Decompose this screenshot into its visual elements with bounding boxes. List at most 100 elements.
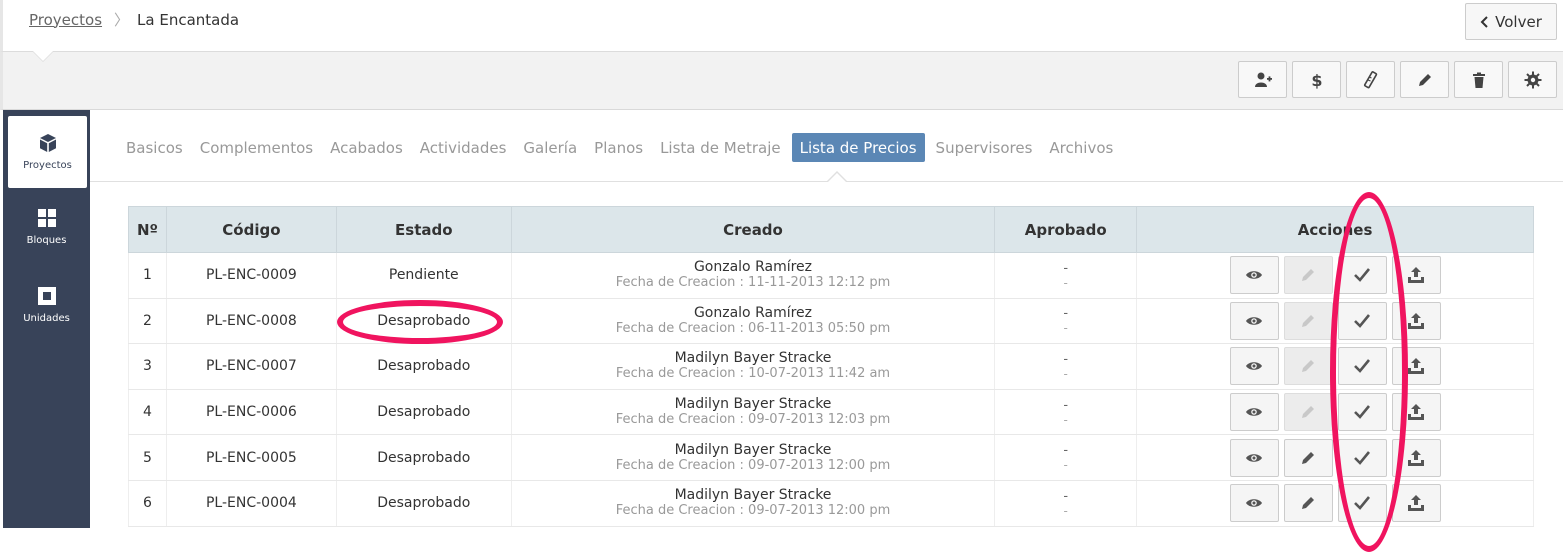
approval-date: -	[1063, 366, 1068, 381]
tab-lista-de-precios[interactable]: Lista de Precios	[791, 133, 925, 162]
row-actions	[1137, 301, 1533, 340]
tab-lista-de-metraje[interactable]: Lista de Metraje	[654, 133, 787, 162]
pencil-icon	[1302, 360, 1315, 373]
tab-planos[interactable]: Planos	[588, 133, 649, 162]
column-header-aprobado[interactable]: Aprobado	[994, 206, 1138, 253]
creation-date: Fecha de Creacion : 11-11-2013 12:12 pm	[615, 275, 891, 291]
row-actions	[1137, 438, 1533, 477]
row-actions	[1137, 393, 1533, 432]
back-button[interactable]: Volver	[1465, 3, 1557, 40]
row-actions	[1137, 484, 1533, 523]
cell-creado: Madilyn Bayer Stracke Fecha de Creacion :…	[511, 434, 996, 481]
price-button[interactable]: $	[1292, 61, 1341, 98]
approver-name: -	[1063, 260, 1069, 276]
approver-name: -	[1063, 306, 1069, 322]
column-header-creado[interactable]: Creado	[510, 206, 996, 253]
breadcrumb-separator: 〉	[114, 11, 130, 29]
view-button[interactable]	[1229, 438, 1279, 477]
tab-complementos[interactable]: Complementos	[194, 133, 319, 162]
view-button[interactable]	[1229, 393, 1279, 432]
edit-button[interactable]	[1400, 61, 1449, 98]
chevron-left-icon	[1480, 15, 1488, 28]
back-button-label: Volver	[1495, 12, 1542, 31]
approve-button[interactable]	[1337, 484, 1387, 523]
upload-icon	[1408, 495, 1425, 512]
delete-button[interactable]	[1454, 61, 1503, 98]
cell-aprobado: --	[994, 252, 1138, 299]
tab-basicos[interactable]: Basicos	[120, 133, 189, 162]
approval-date: -	[1063, 503, 1068, 518]
approval-date: -	[1063, 275, 1068, 290]
cell-creado: Madilyn Bayer Stracke Fecha de Creacion :…	[511, 480, 996, 527]
cell-number: 4	[128, 389, 167, 436]
column-header-codigo[interactable]: Código	[165, 206, 337, 253]
eye-icon	[1246, 271, 1263, 280]
table-row: 4 PL-ENC-0006 Desaprobado Madilyn Bayer Str…	[128, 389, 1534, 436]
approve-button[interactable]	[1337, 393, 1387, 432]
eye-icon	[1246, 362, 1263, 371]
cell-acciones	[1136, 252, 1534, 299]
row-actions	[1137, 347, 1533, 386]
sidebar-item-proyectos[interactable]: Proyectos	[8, 116, 87, 188]
check-icon	[1354, 359, 1371, 374]
cell-aprobado: --	[994, 434, 1138, 481]
upload-button[interactable]	[1391, 393, 1441, 432]
eye-icon	[1246, 453, 1263, 462]
upload-button[interactable]	[1391, 301, 1441, 340]
edit-row-button[interactable]	[1283, 438, 1333, 477]
cell-number: 6	[128, 480, 167, 527]
edit-row-button	[1283, 301, 1333, 340]
tab-galeria[interactable]: Galería	[517, 133, 583, 162]
creation-date: Fecha de Creacion : 09-07-2013 12:03 pm	[615, 412, 891, 428]
upload-button[interactable]	[1391, 438, 1441, 477]
creation-date: Fecha de Creacion : 10-07-2013 11:42 am	[615, 366, 891, 382]
settings-button[interactable]	[1508, 61, 1557, 98]
active-tab-pointer-fill	[827, 173, 847, 183]
tab-acabados[interactable]: Acabados	[324, 133, 409, 162]
tab-bar: Basicos Complementos Acabados Actividade…	[90, 110, 1563, 183]
edit-row-button[interactable]	[1283, 484, 1333, 523]
table-row: 6 PL-ENC-0004 Desaprobado Madilyn Bayer Str…	[128, 480, 1534, 527]
cell-estado: Desaprobado	[336, 298, 512, 345]
cell-aprobado: --	[994, 480, 1138, 527]
edit-row-button	[1283, 256, 1333, 295]
gear-icon	[1524, 71, 1541, 88]
column-header-acciones: Acciones	[1136, 206, 1534, 253]
creation-date: Fecha de Creacion : 06-11-2013 05:50 pm	[615, 320, 891, 336]
cell-number: 3	[128, 343, 167, 390]
column-header-number[interactable]: Nº	[128, 206, 167, 253]
breadcrumb-current: La Encantada	[137, 10, 240, 29]
cell-estado: Desaprobado	[336, 389, 512, 436]
view-button[interactable]	[1229, 484, 1279, 523]
approval-date: -	[1063, 321, 1068, 336]
tab-supervisores[interactable]: Supervisores	[930, 133, 1039, 162]
toolbar-notch	[33, 51, 53, 61]
approve-button[interactable]	[1337, 256, 1387, 295]
upload-button[interactable]	[1391, 484, 1441, 523]
cell-estado: Pendiente	[336, 252, 512, 299]
cell-creado: Gonzalo Ramírez Fecha de Creacion : 11-11…	[511, 252, 996, 299]
check-icon	[1354, 450, 1371, 465]
check-icon	[1354, 496, 1371, 511]
view-button[interactable]	[1229, 301, 1279, 340]
measure-button[interactable]	[1346, 61, 1395, 98]
approve-button[interactable]	[1337, 347, 1387, 386]
view-button[interactable]	[1229, 347, 1279, 386]
sidebar-item-unidades[interactable]: Unidades	[3, 266, 90, 344]
column-header-estado[interactable]: Estado	[335, 206, 512, 253]
add-user-button[interactable]	[1238, 61, 1287, 98]
tab-actividades[interactable]: Actividades	[414, 133, 513, 162]
check-icon	[1354, 405, 1371, 420]
grid-icon	[37, 209, 56, 227]
tab-archivos[interactable]: Archivos	[1043, 133, 1119, 162]
upload-button[interactable]	[1391, 347, 1441, 386]
cell-number: 2	[128, 298, 167, 345]
breadcrumb-link-proyectos[interactable]: Proyectos	[29, 11, 102, 29]
sidebar-item-bloques[interactable]: Bloques	[3, 188, 90, 266]
approve-button[interactable]	[1337, 438, 1387, 477]
sidebar-item-label: Bloques	[26, 235, 67, 246]
view-button[interactable]	[1229, 256, 1279, 295]
upload-button[interactable]	[1391, 256, 1441, 295]
table-row: 5 PL-ENC-0005 Desaprobado Madilyn Bayer Str…	[128, 434, 1534, 481]
approve-button[interactable]	[1337, 301, 1387, 340]
